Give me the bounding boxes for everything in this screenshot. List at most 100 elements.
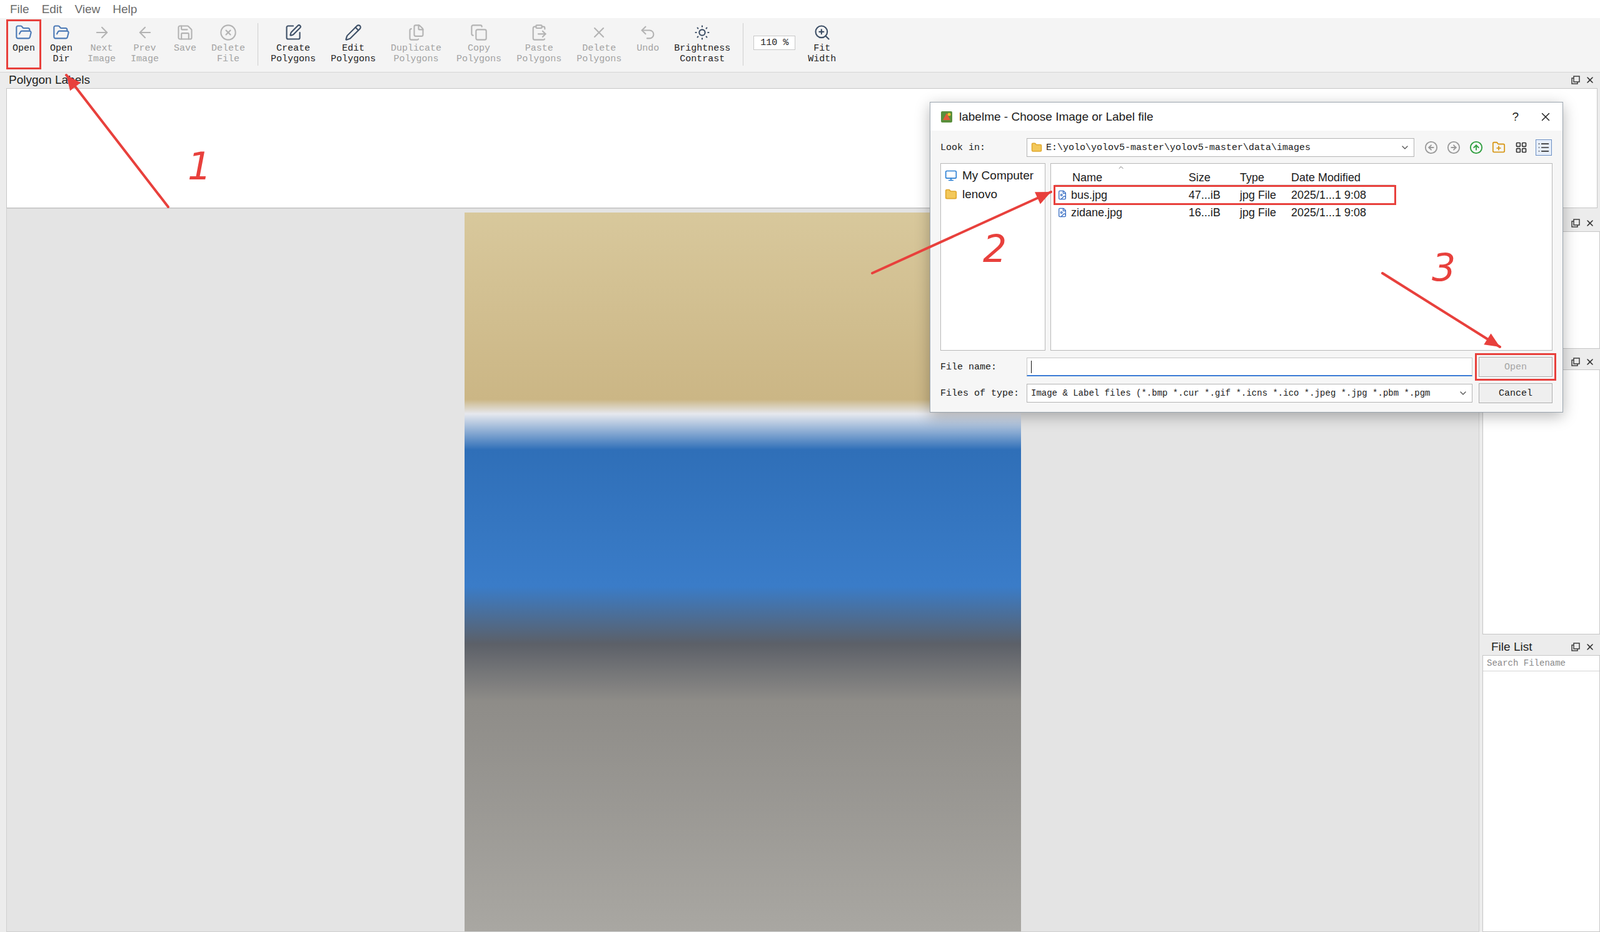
toolbar-button[interactable]: Duplicate Polygons — [384, 19, 448, 70]
file-name-row: File name: Open — [940, 357, 1553, 378]
arrow-icon — [66, 75, 169, 207]
close-icon[interactable] — [1584, 642, 1595, 653]
file-list-dock: File ListSearch Filename — [1482, 639, 1600, 932]
tool-icon — [470, 23, 488, 42]
dropdown-icon — [1458, 388, 1469, 399]
tool-icon — [813, 23, 831, 42]
search-filename-field[interactable]: Search Filename — [1483, 655, 1600, 672]
tool-icon — [638, 23, 657, 42]
dock-buttons — [1571, 642, 1595, 653]
column-header[interactable]: Date Modified — [1288, 171, 1395, 185]
tool-icon — [693, 23, 711, 42]
toolbar-button[interactable]: Delete File — [205, 19, 252, 70]
file-size: 47...iB — [1186, 188, 1238, 202]
new-folder-button[interactable] — [1490, 139, 1507, 156]
toolbar: OpenOpen DirNext Image Prev Image Save Dele… — [0, 18, 1600, 73]
file-icon — [1057, 190, 1068, 201]
column-header[interactable]: Name — [1054, 171, 1187, 185]
detail-view-button[interactable] — [1535, 139, 1552, 156]
list-view-button[interactable] — [1513, 139, 1530, 156]
cancel-button[interactable]: Cancel — [1478, 383, 1553, 404]
forward-button[interactable] — [1445, 139, 1462, 156]
toolbar-button[interactable]: Undo — [630, 19, 666, 70]
toolbar-button[interactable]: Copy Polygons — [450, 19, 508, 70]
toolbar-button[interactable]: Open Dir — [43, 19, 79, 70]
file-type-label: Files of type: — [940, 388, 1021, 399]
file-type: jpg File — [1237, 188, 1289, 202]
toolbar-button[interactable]: Brightness Contrast — [667, 19, 737, 70]
tool-icon — [52, 23, 71, 42]
dock-buttons — [1571, 357, 1595, 368]
float-icon[interactable] — [1571, 357, 1580, 367]
open-button[interactable]: Open — [1478, 357, 1553, 378]
detail-view-icon — [1537, 141, 1550, 154]
tool-icon — [93, 23, 111, 42]
place-item[interactable]: My Computer — [944, 168, 1042, 183]
column-header[interactable]: Type — [1237, 171, 1289, 185]
menu-item[interactable]: View — [73, 1, 102, 18]
computer-icon — [944, 169, 958, 182]
file-name-label: File name: — [940, 362, 1021, 373]
toolbar-button[interactable]: Create Polygons — [264, 19, 323, 70]
column-header[interactable]: Size — [1186, 171, 1238, 185]
up-icon — [1469, 140, 1484, 155]
dock-title: Polygon Labels — [8, 73, 91, 87]
toolbar-button[interactable]: Delete Polygons — [570, 19, 628, 70]
float-icon[interactable] — [1571, 642, 1580, 652]
close-icon[interactable] — [1584, 218, 1595, 229]
file-type-row: Files of type: Image & Label files (*.bmp… — [940, 383, 1553, 404]
back-button[interactable] — [1423, 139, 1440, 156]
file-size: 16...iB — [1186, 206, 1238, 220]
dialog-title-bar: labelme - Choose Image or Label file? — [930, 102, 1563, 131]
toolbar-button-label: Delete File — [211, 43, 246, 66]
toolbar-button[interactable]: Fit Width — [801, 19, 843, 70]
menu-item[interactable]: Help — [111, 1, 139, 18]
close-icon[interactable] — [1538, 110, 1553, 124]
labelme-icon — [940, 110, 953, 124]
menu-item[interactable]: Edit — [40, 1, 64, 18]
toolbar-button-label: Delete Polygons — [576, 43, 622, 66]
float-icon[interactable] — [1571, 75, 1580, 85]
zoom-field[interactable]: 110 % — [753, 35, 796, 51]
toolbar-button[interactable]: Next Image — [81, 19, 122, 70]
toolbar-button[interactable]: Save — [167, 19, 203, 70]
toolbar-separator — [742, 23, 744, 66]
help-button[interactable]: ? — [1498, 110, 1533, 124]
file-type-text: Image & Label files (*.bmp *.cur *.gif *… — [1031, 388, 1455, 399]
file-name: bus.jpg — [1054, 188, 1187, 202]
toolbar-button-label: Prev Image — [130, 43, 159, 66]
sort-icon — [1117, 163, 1125, 172]
tool-icon — [407, 23, 426, 42]
file-row[interactable]: bus.jpg47...iBjpg File2025/1...1 9:08 — [1054, 186, 1395, 204]
toolbar-button[interactable]: Prev Image — [124, 19, 166, 70]
toolbar-button[interactable]: Open — [6, 19, 42, 70]
up-button[interactable] — [1468, 139, 1485, 156]
step-number: 2 — [982, 230, 1007, 268]
toolbar-button[interactable]: Paste Polygons — [510, 19, 568, 70]
new-folder-icon — [1491, 140, 1506, 155]
toolbar-button[interactable]: Edit Polygons — [324, 19, 383, 70]
toolbar-button-label: Brightness Contrast — [674, 43, 731, 66]
back-icon — [1424, 140, 1439, 155]
file-browser: My Computer lenovo NameSizeTypeDate Modifi… — [940, 163, 1553, 351]
file-type-combo[interactable]: Image & Label files (*.bmp *.cur *.gif *… — [1026, 383, 1473, 403]
open-file-dialog: labelme - Choose Image or Label file?Loo… — [929, 101, 1564, 413]
float-icon[interactable] — [1571, 218, 1580, 228]
tool-icon — [530, 23, 548, 42]
dock-title: File List — [1491, 640, 1532, 655]
close-icon[interactable] — [1584, 357, 1595, 368]
look-in-combo[interactable]: E:\yolo\yolov5-master\yolov5-master\data… — [1026, 138, 1415, 157]
nav-buttons — [1423, 139, 1552, 156]
file-list-header: NameSizeTypeDate Modified — [1054, 165, 1395, 186]
file-row[interactable]: zidane.jpg16...iBjpg File2025/1...1 9:08 — [1054, 203, 1395, 222]
toolbar-button-label: Duplicate Polygons — [390, 43, 442, 66]
close-icon[interactable] — [1584, 75, 1595, 86]
menu-item[interactable]: File — [8, 1, 31, 18]
text-caret — [1031, 360, 1032, 374]
folder-icon — [944, 188, 958, 201]
file-name-input[interactable] — [1026, 357, 1473, 377]
toolbar-button-label: Copy Polygons — [456, 43, 502, 66]
place-item[interactable]: lenovo — [944, 187, 1042, 202]
file-date: 2025/1...1 9:08 — [1288, 188, 1395, 202]
file-date: 2025/1...1 9:08 — [1288, 206, 1395, 220]
